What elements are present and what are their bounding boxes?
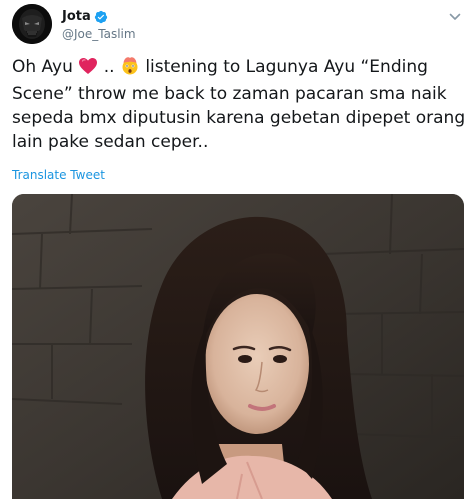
tweet-media-photo[interactable] xyxy=(12,194,464,499)
red-heart-icon xyxy=(78,57,98,82)
chevron-down-icon[interactable] xyxy=(448,10,462,24)
avatar-image xyxy=(12,4,52,44)
tweet-text: Oh Ayu .. listening to Lagunya Ayu “Endi… xyxy=(12,55,467,154)
author-name-row[interactable]: Jota xyxy=(62,9,108,24)
avatar[interactable] xyxy=(12,4,52,44)
exploding-head-icon xyxy=(120,55,140,82)
tweet-text-segment: .. xyxy=(103,57,115,77)
tweet-text-segment: Oh Ayu xyxy=(12,57,73,77)
verified-badge-icon xyxy=(94,10,107,23)
author-handle[interactable]: @Joe_Taslim xyxy=(62,27,136,41)
translate-tweet-link[interactable]: Translate Tweet xyxy=(12,168,105,182)
display-name[interactable]: Jota xyxy=(62,9,91,24)
photo-woman-icon xyxy=(12,194,464,499)
